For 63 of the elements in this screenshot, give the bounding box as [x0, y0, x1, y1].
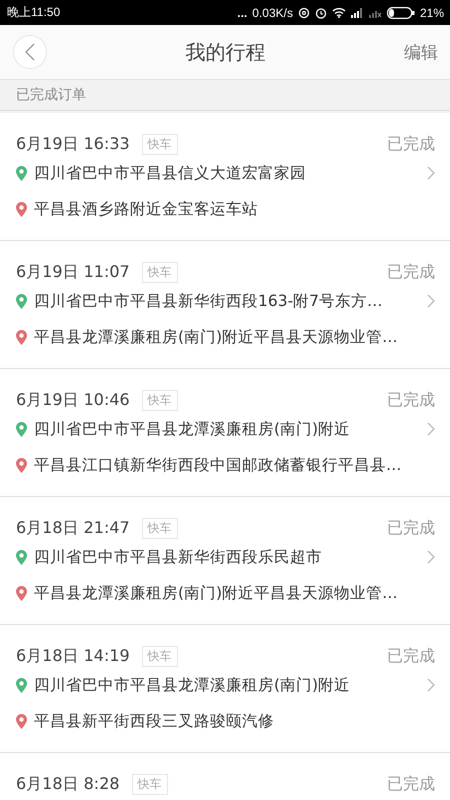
- origin-address: 四川省巴中市平昌县龙潭溪廉租房(南门)附近: [34, 674, 350, 696]
- alarm-icon: [314, 6, 327, 18]
- trip-card[interactable]: 6月18日 21:47 快车 已完成 四川省巴中市平昌县新华街西段乐民超市 平昌县龙潭溪廉租房(南门)附近平昌县天源物业管…: [0, 497, 450, 625]
- map-pin-icon: [16, 678, 27, 692]
- origin-address: 四川省巴中市平昌县新华街西段163-附7号东方…: [34, 290, 383, 312]
- destination-address: 平昌县酒乡路附近金宝客运车站: [34, 198, 258, 220]
- battery-percent: 21%: [420, 6, 444, 20]
- destination-address: 平昌县龙潭溪廉租房(南门)附近平昌县天源物业管…: [34, 326, 398, 348]
- edit-button[interactable]: 编辑: [404, 40, 438, 64]
- trip-time: 6月18日 8:28: [16, 774, 120, 794]
- chevron-right-icon: [427, 294, 435, 308]
- trip-status: 已完成: [387, 262, 435, 282]
- ride-type-tag: 快车: [142, 262, 178, 282]
- trip-status: 已完成: [387, 646, 435, 666]
- chevron-right-icon: [427, 166, 435, 180]
- trip-card[interactable]: 6月18日 8:28 快车 已完成: [0, 753, 450, 800]
- trip-status: 已完成: [387, 134, 435, 154]
- destination-address: 平昌县江口镇新华街西段中国邮政储蓄银行平昌县…: [34, 454, 402, 476]
- map-pin-icon: [16, 458, 27, 472]
- map-pin-icon: [16, 202, 27, 216]
- destination-address: 平昌县龙潭溪廉租房(南门)附近平昌县天源物业管…: [34, 582, 398, 604]
- chevron-right-icon: [427, 678, 435, 692]
- network-speed: 0.03K/s: [252, 6, 293, 20]
- hotspot-icon: [298, 6, 310, 18]
- chevron-left-icon: [25, 43, 35, 61]
- origin-address: 四川省巴中市平昌县信义大道宏富家园: [34, 162, 306, 184]
- ride-type-tag: 快车: [142, 646, 178, 666]
- map-pin-icon: [16, 166, 27, 180]
- notification-dots: ...: [237, 6, 248, 20]
- trip-time: 6月18日 21:47: [16, 518, 130, 538]
- trip-card[interactable]: 6月19日 10:46 快车 已完成 四川省巴中市平昌县龙潭溪廉租房(南门)附近 平昌县江口镇新华街西段中国邮政储蓄银行平昌县…: [0, 369, 450, 497]
- clock-time: 晚上11:50: [7, 4, 60, 21]
- trip-time: 6月18日 14:19: [16, 646, 130, 666]
- trip-card[interactable]: 6月19日 11:07 快车 已完成 四川省巴中市平昌县新华街西段163-附7号东方… 平昌县龙潭溪廉租房(南门)附近平昌县天源物业管…: [0, 241, 450, 369]
- chevron-right-icon: [427, 550, 435, 564]
- battery-icon: [386, 6, 415, 18]
- trip-card[interactable]: 6月19日 16:33 快车 已完成 四川省巴中市平昌县信义大道宏富家园 平昌县酒乡路附近金宝客运车站: [0, 113, 450, 241]
- trip-status: 已完成: [387, 390, 435, 410]
- back-button[interactable]: [13, 35, 47, 69]
- map-pin-icon: [16, 294, 27, 308]
- trip-time: 6月19日 10:46: [16, 390, 130, 410]
- ride-type-tag: 快车: [142, 134, 178, 154]
- chevron-right-icon: [427, 422, 435, 436]
- trip-status: 已完成: [387, 518, 435, 538]
- map-pin-icon: [16, 550, 27, 564]
- origin-address: 四川省巴中市平昌县新华街西段乐民超市: [34, 546, 322, 568]
- destination-address: 平昌县新平街西段三叉路骏颐汽修: [34, 710, 274, 732]
- trip-card[interactable]: 6月18日 14:19 快车 已完成 四川省巴中市平昌县龙潭溪廉租房(南门)附近 平昌县新平街西段三叉路骏颐汽修: [0, 625, 450, 753]
- signal-icon: [350, 8, 364, 18]
- trip-time: 6月19日 11:07: [16, 262, 130, 282]
- section-title: 已完成订单: [16, 86, 86, 104]
- map-pin-icon: [16, 714, 27, 728]
- trip-time: 6月19日 16:33: [16, 134, 130, 154]
- wifi-icon: [332, 7, 346, 18]
- ride-type-tag: 快车: [132, 774, 168, 794]
- map-pin-icon: [16, 330, 27, 344]
- map-pin-icon: [16, 422, 27, 436]
- origin-address: 四川省巴中市平昌县龙潭溪廉租房(南门)附近: [34, 418, 350, 440]
- map-pin-icon: [16, 586, 27, 600]
- ride-type-tag: 快车: [142, 518, 178, 538]
- ride-type-tag: 快车: [142, 390, 178, 410]
- page-title: 我的行程: [186, 38, 266, 66]
- trip-status: 已完成: [387, 774, 435, 794]
